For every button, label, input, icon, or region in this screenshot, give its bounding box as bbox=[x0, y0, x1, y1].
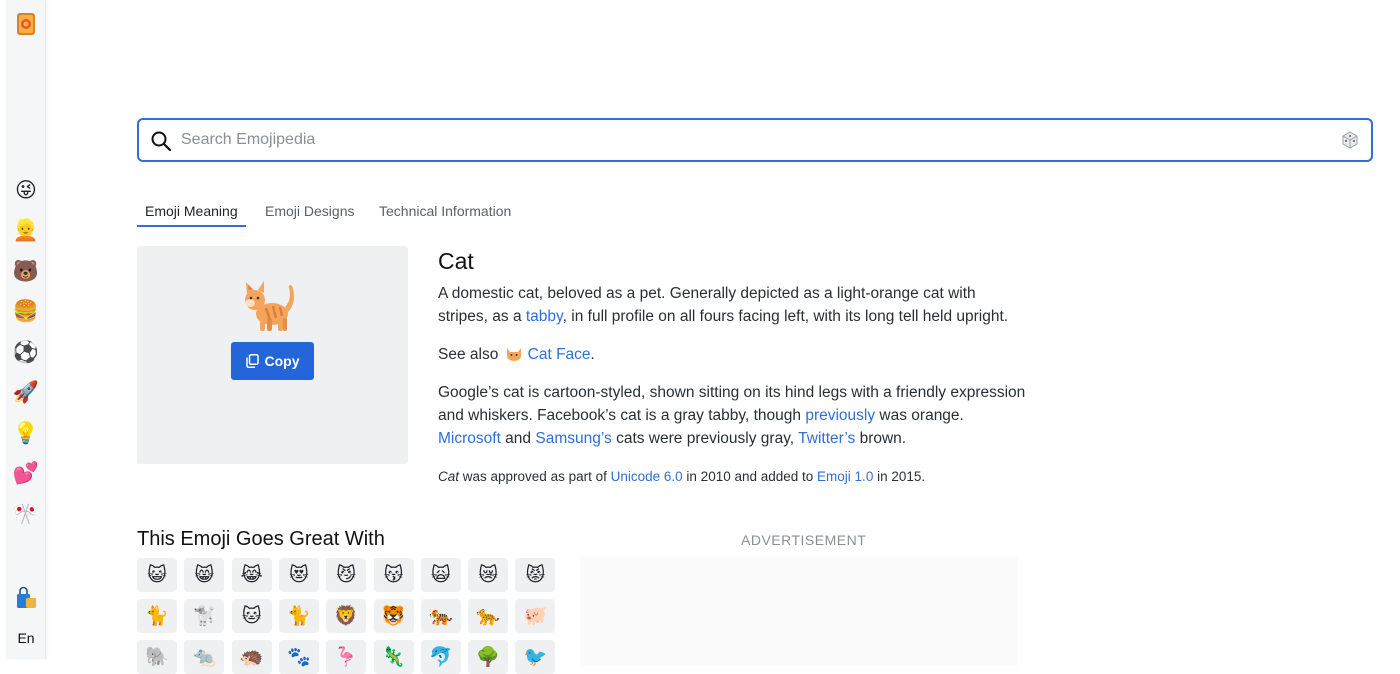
cat-face-icon bbox=[505, 345, 523, 361]
related-emoji-glyph: 🐦 bbox=[523, 645, 548, 668]
related-emoji-cell[interactable]: 🌳 bbox=[468, 640, 509, 674]
related-emoji-glyph: 🦔 bbox=[239, 645, 264, 668]
related-emoji-glyph: 🐈 bbox=[145, 604, 169, 627]
related-emoji-glyph: 🐾 bbox=[287, 645, 311, 668]
related-emoji-cell[interactable]: 🐯 bbox=[373, 599, 414, 633]
related-emoji-cell[interactable]: 🐦 bbox=[515, 640, 556, 674]
related-emoji-glyph: 🐀 bbox=[192, 645, 217, 668]
unicode-6-link[interactable]: Unicode 6.0 bbox=[611, 469, 683, 484]
flags-icon[interactable]: 🎌 bbox=[10, 498, 42, 530]
related-emoji-glyph: 🐱 bbox=[241, 604, 262, 627]
food-icon[interactable]: 🍔 bbox=[10, 296, 42, 328]
related-emoji-cell[interactable]: 😾 bbox=[515, 558, 556, 592]
related-emoji-glyph: 🙀 bbox=[430, 563, 451, 586]
tab-emoji-meaning[interactable]: Emoji Meaning bbox=[137, 203, 246, 227]
related-emoji-glyph: 😸 bbox=[194, 563, 215, 586]
search-bar bbox=[137, 118, 1373, 162]
copy-button[interactable]: Copy bbox=[231, 342, 314, 380]
emoji-meaning-content: Cat A domestic cat, beloved as a pet. Ge… bbox=[438, 246, 1028, 502]
activities-icon[interactable]: ⚽ bbox=[10, 336, 42, 368]
related-emoji-cell[interactable]: 🐬 bbox=[420, 640, 461, 674]
advertisement-slot bbox=[580, 556, 1018, 666]
related-emoji-glyph: 🐈 bbox=[287, 604, 311, 627]
related-emoji-glyph: 😿 bbox=[478, 563, 498, 586]
related-emoji-glyph: 🐖 bbox=[523, 604, 548, 627]
related-emoji-cell[interactable]: 😼 bbox=[326, 558, 367, 592]
copy-icon bbox=[245, 354, 259, 368]
related-emoji-cell[interactable]: 🐆 bbox=[468, 599, 509, 633]
related-emoji-glyph: 😼 bbox=[336, 563, 357, 586]
related-emoji-cell[interactable]: 🐾 bbox=[278, 640, 319, 674]
smileys-icon[interactable]: 😜 bbox=[10, 174, 42, 206]
previously-link[interactable]: previously bbox=[805, 407, 875, 424]
related-emoji-cell[interactable]: 🐅 bbox=[420, 599, 461, 633]
related-emoji-cell[interactable]: 😺 bbox=[137, 558, 177, 592]
related-emoji-cell[interactable]: 😿 bbox=[468, 558, 509, 592]
related-emoji-glyph: 😹 bbox=[240, 563, 263, 586]
tabby-link[interactable]: tabby bbox=[526, 308, 563, 325]
emoji-preview-panel: Copy bbox=[137, 246, 408, 464]
related-emoji-glyph: 🦩 bbox=[334, 645, 359, 668]
related-emoji-cell[interactable]: 🐱 bbox=[231, 599, 272, 633]
related-emoji-cell[interactable]: 🐈 bbox=[137, 599, 177, 633]
samsung-link[interactable]: Samsung’s bbox=[535, 430, 611, 447]
related-emoji-glyph: 🐬 bbox=[428, 645, 453, 668]
related-emoji-glyph: 😺 bbox=[147, 563, 167, 586]
description-paragraph-1: A domestic cat, beloved as a pet. Genera… bbox=[438, 285, 1009, 325]
cat-face-link[interactable]: Cat Face bbox=[528, 346, 591, 363]
related-emoji-glyph: 🐅 bbox=[428, 604, 453, 627]
advertisement-label: ADVERTISEMENT bbox=[741, 532, 867, 548]
related-emoji-cell[interactable]: 🦔 bbox=[231, 640, 272, 674]
search-icon bbox=[151, 131, 172, 152]
related-emoji-glyph: 😽 bbox=[383, 563, 404, 586]
related-emoji-glyph: 😻 bbox=[288, 563, 309, 586]
symbols-icon[interactable]: 💕 bbox=[10, 458, 42, 490]
random-dice-icon[interactable] bbox=[1341, 131, 1359, 149]
related-emoji-cell[interactable]: 🦎 bbox=[373, 640, 414, 674]
objects-icon[interactable]: 💡 bbox=[10, 417, 42, 449]
related-emoji-cell[interactable]: 🙀 bbox=[420, 558, 461, 592]
tab-emoji-designs[interactable]: Emoji Designs bbox=[257, 203, 362, 225]
search-input[interactable] bbox=[181, 126, 1321, 154]
related-emoji-glyph: 🦁 bbox=[334, 604, 359, 627]
related-emoji-cell[interactable]: 😻 bbox=[278, 558, 319, 592]
description-paragraph-3: Google’s cat is cartoon-styled, shown si… bbox=[438, 384, 1026, 447]
people-icon[interactable]: 👱 bbox=[10, 215, 42, 247]
related-emoji-glyph: 🐯 bbox=[381, 604, 406, 627]
tab-technical-information[interactable]: Technical Information bbox=[371, 203, 519, 225]
see-also-paragraph: See also Cat Face. bbox=[438, 345, 595, 363]
approval-note: Cat was approved as part of Unicode 6.0 … bbox=[438, 469, 926, 484]
related-emoji-cell[interactable]: 🐀 bbox=[184, 640, 225, 674]
cat-emoji-image bbox=[245, 281, 295, 331]
related-emoji-glyph: 🐩 bbox=[192, 604, 217, 627]
travel-icon[interactable]: 🚀 bbox=[10, 377, 42, 409]
related-emoji-glyph: 🦎 bbox=[381, 645, 406, 668]
related-emoji-cell[interactable]: 😹 bbox=[231, 558, 272, 592]
category-sidebar: 😜 👱 🐻 🍔 ⚽ 🚀 💡 💕 🎌 En bbox=[6, 0, 46, 659]
related-emoji-glyph: 🐘 bbox=[145, 645, 169, 668]
related-emoji-glyph: 🐆 bbox=[476, 604, 500, 627]
related-emoji-cell[interactable]: 😸 bbox=[184, 558, 225, 592]
related-emoji-glyph: 🌳 bbox=[476, 645, 500, 668]
emoji-1-link[interactable]: Emoji 1.0 bbox=[817, 469, 873, 484]
related-emoji-cell[interactable]: 🦁 bbox=[326, 599, 367, 633]
microsoft-link[interactable]: Microsoft bbox=[438, 430, 501, 447]
related-emoji-cell[interactable]: 🦩 bbox=[326, 640, 367, 674]
animals-icon[interactable]: 🐻 bbox=[10, 255, 42, 287]
goes-great-with-title: This Emoji Goes Great With bbox=[137, 528, 385, 550]
related-emoji-cell[interactable]: 😽 bbox=[373, 558, 414, 592]
related-emoji-cell[interactable]: 🐈 bbox=[278, 599, 319, 633]
shopping-bag-icon[interactable] bbox=[10, 582, 42, 614]
related-emoji-cell[interactable]: 🐩 bbox=[184, 599, 225, 633]
related-emoji-cell[interactable]: 🐘 bbox=[137, 640, 177, 674]
emoji-title: Cat bbox=[438, 248, 474, 274]
related-emoji-glyph: 😾 bbox=[525, 563, 546, 586]
language-selector[interactable]: En bbox=[6, 630, 46, 646]
emojipedia-logo-icon[interactable] bbox=[10, 8, 42, 40]
related-emoji-cell[interactable]: 🐖 bbox=[515, 599, 556, 633]
copy-button-label: Copy bbox=[264, 353, 300, 369]
twitter-link[interactable]: Twitter’s bbox=[798, 430, 855, 447]
